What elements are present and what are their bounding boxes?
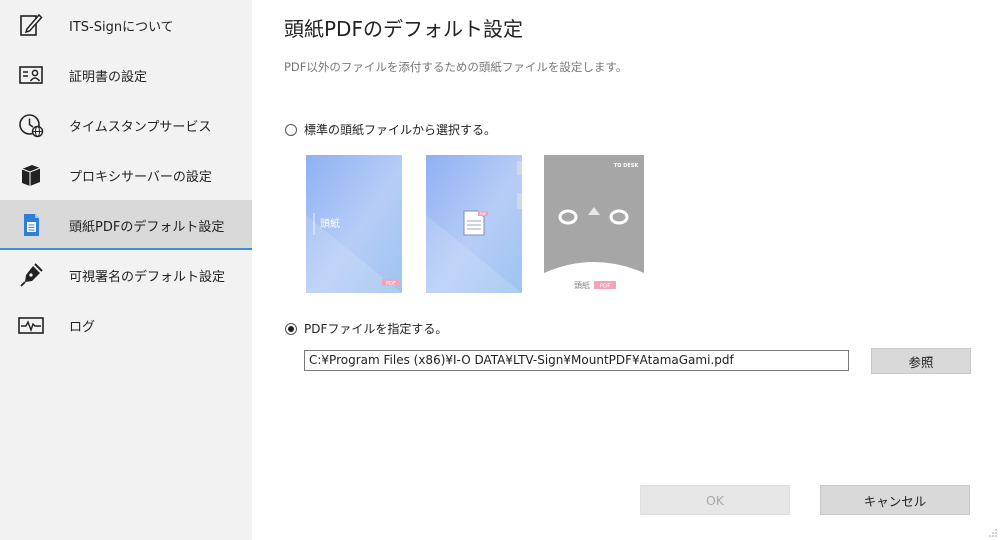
document-edit-icon [17,11,45,39]
sidebar-item-label: 可視署名のデフォルト設定 [69,269,226,285]
sidebar-item-cover-pdf[interactable]: 頭紙PDFのデフォルト設定 [0,200,252,250]
sidebar-item-certificate[interactable]: 証明書の設定 [0,50,252,100]
id-card-icon [17,61,45,89]
custom-pdf-label: PDFファイルを指定する。 [304,322,448,336]
cover-thumbnail-3[interactable]: TO DESK 頭紙 PDF [544,155,644,293]
page-title: 頭紙PDFのデフォルト設定 [284,17,523,41]
standard-cover-radio[interactable]: 標準の頭紙ファイルから選択する。 [285,121,496,138]
radio-button-standard[interactable] [285,123,297,136]
sidebar-item-visible-signature[interactable]: 可視署名のデフォルト設定 [0,250,252,300]
cancel-button[interactable]: キャンセル [820,485,970,515]
resize-grip-icon[interactable] [988,528,998,538]
custom-pdf-radio[interactable]: PDFファイルを指定する。 [285,320,447,337]
pen-icon [17,261,45,289]
sidebar-item-label: タイムスタンプサービス [69,119,212,135]
thumbnail-pdf-badge: PDF [480,212,487,216]
ok-button[interactable]: OK [640,485,790,515]
thumbnail-caption: 頭紙 [574,280,590,290]
main-panel: 頭紙PDFのデフォルト設定 PDF以外のファイルを添付するための頭紙ファイルを設… [252,0,1000,540]
server-icon [17,161,45,189]
cover-thumbnail-2[interactable]: PDF [426,155,522,293]
pdf-path-field[interactable]: C:¥Program Files (x86)¥I-O DATA¥LTV-Sign… [304,350,849,371]
thumbnail-pdf-badge: PDF [386,281,396,287]
sidebar-item-label: 証明書の設定 [69,69,148,85]
cover-page-icon [17,211,45,239]
thumbnail-brand: TO DESK [614,163,640,169]
radio-button-custom[interactable] [285,322,297,335]
thumbnail-caption: 頭紙 [320,217,340,230]
sidebar-item-label: 頭紙PDFのデフォルト設定 [69,219,225,235]
sidebar-item-label: ログ [69,319,96,335]
clock-globe-icon [17,111,45,139]
thumbnail-pdf-badge: PDF [600,284,611,290]
sidebar-item-about[interactable]: ITS-Signについて [0,0,252,50]
log-monitor-icon [17,311,45,339]
browse-button[interactable]: 参照 [871,348,971,374]
sidebar-item-label: ITS-Signについて [69,19,174,35]
sidebar-item-proxy[interactable]: プロキシサーバーの設定 [0,150,252,200]
cover-thumbnail-1[interactable]: PDF 頭紙 [306,155,402,293]
standard-cover-label: 標準の頭紙ファイルから選択する。 [304,123,497,137]
sidebar: ITS-Signについて 証明書の設定 タイムスタンプサービス プロキシサーバー… [0,0,252,540]
sidebar-item-log[interactable]: ログ [0,300,252,350]
page-subtitle: PDF以外のファイルを添付するための頭紙ファイルを設定します。 [284,60,628,74]
sidebar-item-timestamp[interactable]: タイムスタンプサービス [0,100,252,150]
sidebar-item-label: プロキシサーバーの設定 [69,169,212,185]
